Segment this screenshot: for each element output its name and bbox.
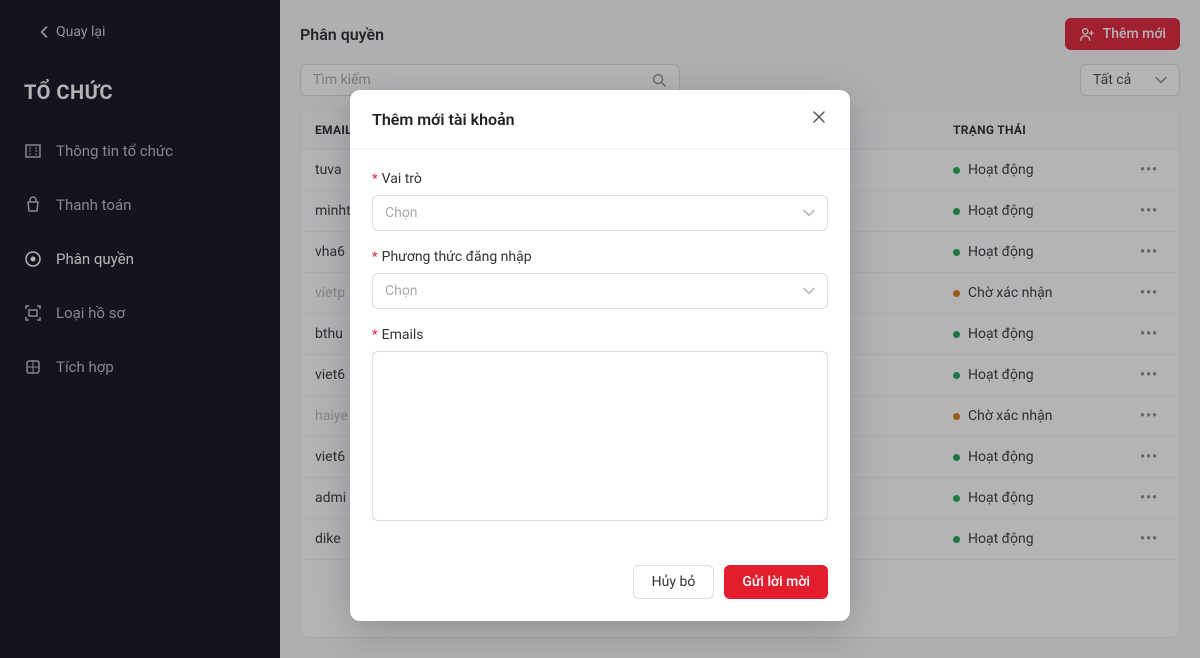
cancel-button[interactable]: Hủy bỏ [633, 565, 715, 599]
login-method-placeholder: Chọn [385, 283, 418, 299]
emails-label: *Emails [372, 327, 828, 343]
role-label: *Vai trò [372, 171, 828, 187]
submit-button[interactable]: Gửi lời mời [724, 565, 828, 599]
role-field: *Vai trò Chọn [372, 171, 828, 231]
close-button[interactable] [810, 108, 828, 130]
chevron-down-icon [803, 285, 815, 297]
emails-textarea[interactable] [372, 351, 828, 521]
close-icon [810, 108, 828, 126]
required-marker: * [372, 328, 378, 343]
modal-body: *Vai trò Chọn *Phương thức đăng nhập Chọ… [350, 149, 850, 565]
login-method-select[interactable]: Chọn [372, 273, 828, 309]
chevron-down-icon [803, 207, 815, 219]
modal-footer: Hủy bỏ Gửi lời mời [350, 565, 850, 621]
required-marker: * [372, 172, 378, 187]
login-method-field: *Phương thức đăng nhập Chọn [372, 249, 828, 309]
role-select-placeholder: Chọn [385, 205, 418, 221]
role-select[interactable]: Chọn [372, 195, 828, 231]
add-account-modal: Thêm mới tài khoản *Vai trò Chọn *Phương… [350, 90, 850, 621]
modal-title: Thêm mới tài khoản [372, 110, 515, 129]
modal-header: Thêm mới tài khoản [350, 90, 850, 149]
required-marker: * [372, 250, 378, 265]
modal-overlay[interactable]: Thêm mới tài khoản *Vai trò Chọn *Phương… [0, 0, 1200, 658]
emails-field: *Emails [372, 327, 828, 525]
login-method-label: *Phương thức đăng nhập [372, 249, 828, 265]
